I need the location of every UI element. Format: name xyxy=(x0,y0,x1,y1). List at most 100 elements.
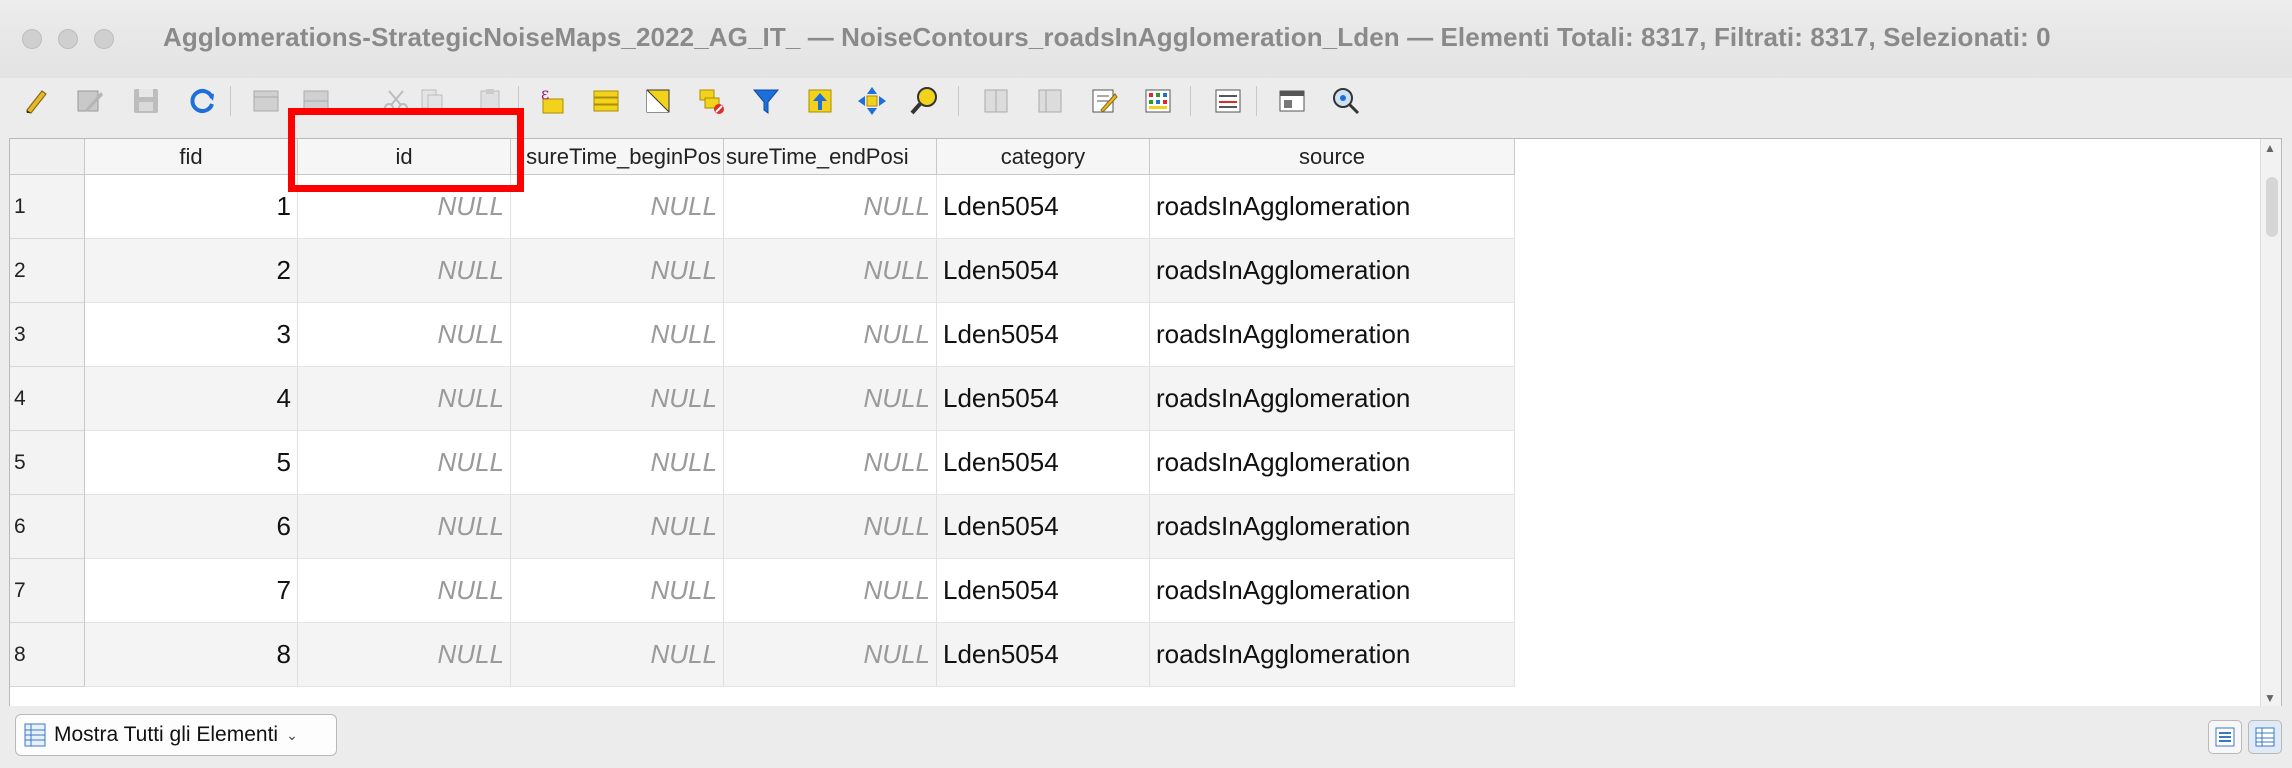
column-header-begin-position[interactable]: sureTime_beginPos xyxy=(511,139,724,175)
filter-icon[interactable] xyxy=(750,84,782,118)
move-selection-top-icon[interactable] xyxy=(804,84,836,118)
cell-fid[interactable]: 6 xyxy=(85,495,298,559)
column-header-source[interactable]: source xyxy=(1150,139,1515,175)
pan-to-selection-icon[interactable] xyxy=(856,84,888,118)
cell-id[interactable]: NULL xyxy=(298,559,511,623)
column-header-end-position[interactable]: sureTime_endPosi xyxy=(724,139,937,175)
reload-icon[interactable] xyxy=(186,84,218,118)
dropdown-arrow-icon: ⌄ xyxy=(286,726,298,743)
actions-icon[interactable] xyxy=(1212,84,1244,118)
dock-table-icon[interactable] xyxy=(1276,84,1308,118)
table-view-button[interactable] xyxy=(2248,720,2282,754)
scroll-up-arrow-icon[interactable]: ▲ xyxy=(2264,141,2276,155)
cell-end-position[interactable]: NULL xyxy=(724,175,937,239)
row-header[interactable]: 1 xyxy=(10,175,85,239)
cell-fid[interactable]: 4 xyxy=(85,367,298,431)
column-header-category[interactable]: category xyxy=(937,139,1150,175)
highlight-box xyxy=(288,108,524,192)
cell-begin-position[interactable]: NULL xyxy=(511,303,724,367)
cell-begin-position[interactable]: NULL xyxy=(511,623,724,687)
cell-source[interactable]: roadsInAgglomeration xyxy=(1150,303,1515,367)
cell-begin-position[interactable]: NULL xyxy=(511,367,724,431)
multi-edit-icon[interactable] xyxy=(74,84,106,118)
cell-source[interactable]: roadsInAgglomeration xyxy=(1150,559,1515,623)
cell-category[interactable]: Lden5054 xyxy=(937,239,1150,303)
save-edits-icon[interactable] xyxy=(130,84,162,118)
cell-category[interactable]: Lden5054 xyxy=(937,495,1150,559)
bottom-bar xyxy=(0,706,2292,768)
row-header[interactable]: 3 xyxy=(10,303,85,367)
close-window-button[interactable] xyxy=(22,29,42,49)
table-icon xyxy=(24,723,46,747)
invert-selection-icon[interactable] xyxy=(642,84,674,118)
cell-category[interactable]: Lden5054 xyxy=(937,431,1150,495)
row-header[interactable]: 6 xyxy=(10,495,85,559)
cell-end-position[interactable]: NULL xyxy=(724,303,937,367)
svg-text:ε: ε xyxy=(541,85,549,103)
show-all-features-dropdown[interactable]: Mostra Tutti gli Elementi ⌄ xyxy=(15,714,337,756)
cell-source[interactable]: roadsInAgglomeration xyxy=(1150,431,1515,495)
cell-source[interactable]: roadsInAgglomeration xyxy=(1150,495,1515,559)
deselect-all-icon[interactable] xyxy=(696,84,728,118)
attribute-table[interactable]: fid id sureTime_beginPos sureTime_endPos… xyxy=(9,138,2282,708)
cell-end-position[interactable]: NULL xyxy=(724,239,937,303)
row-header[interactable]: 2 xyxy=(10,239,85,303)
row-header[interactable]: 5 xyxy=(10,431,85,495)
cell-id[interactable]: NULL xyxy=(298,303,511,367)
cell-end-position[interactable]: NULL xyxy=(724,431,937,495)
column-header-fid[interactable]: fid xyxy=(85,139,298,175)
cell-id[interactable]: NULL xyxy=(298,367,511,431)
cell-begin-position[interactable]: NULL xyxy=(511,559,724,623)
delete-field-icon[interactable] xyxy=(1034,84,1066,118)
row-header[interactable]: 7 xyxy=(10,559,85,623)
cell-id[interactable]: NULL xyxy=(298,239,511,303)
edit-pencil-icon[interactable] xyxy=(20,84,52,118)
cell-end-position[interactable]: NULL xyxy=(724,367,937,431)
window-title-bar: Agglomerations-StrategicNoiseMaps_2022_A… xyxy=(0,0,2292,79)
window-title: Agglomerations-StrategicNoiseMaps_2022_A… xyxy=(163,22,2051,52)
cell-end-position[interactable]: NULL xyxy=(724,495,937,559)
cell-fid[interactable]: 3 xyxy=(85,303,298,367)
cell-end-position[interactable]: NULL xyxy=(724,559,937,623)
cell-begin-position[interactable]: NULL xyxy=(511,431,724,495)
corner-header[interactable] xyxy=(10,139,85,175)
row-header[interactable]: 8 xyxy=(10,623,85,687)
new-field-icon[interactable] xyxy=(980,84,1012,118)
open-field-calculator-icon[interactable] xyxy=(1088,84,1120,118)
cell-id[interactable]: NULL xyxy=(298,623,511,687)
cell-fid[interactable]: 2 xyxy=(85,239,298,303)
show-all-features-label: Mostra Tutti gli Elementi xyxy=(54,723,279,746)
cell-fid[interactable]: 7 xyxy=(85,559,298,623)
cell-category[interactable]: Lden5054 xyxy=(937,367,1150,431)
cell-category[interactable]: Lden5054 xyxy=(937,175,1150,239)
row-header[interactable]: 4 xyxy=(10,367,85,431)
cell-fid[interactable]: 5 xyxy=(85,431,298,495)
cell-source[interactable]: roadsInAgglomeration xyxy=(1150,175,1515,239)
cell-source[interactable]: roadsInAgglomeration xyxy=(1150,367,1515,431)
cell-category[interactable]: Lden5054 xyxy=(937,559,1150,623)
cell-source[interactable]: roadsInAgglomeration xyxy=(1150,239,1515,303)
cell-category[interactable]: Lden5054 xyxy=(937,623,1150,687)
zoom-to-selection-icon[interactable] xyxy=(908,84,940,118)
organize-columns-icon[interactable] xyxy=(1330,84,1362,118)
conditional-formatting-icon[interactable] xyxy=(1142,84,1174,118)
cell-id[interactable]: NULL xyxy=(298,495,511,559)
cell-begin-position[interactable]: NULL xyxy=(511,175,724,239)
zoom-window-button[interactable] xyxy=(94,29,114,49)
cell-category[interactable]: Lden5054 xyxy=(937,303,1150,367)
scroll-down-arrow-icon[interactable]: ▼ xyxy=(2264,691,2276,705)
select-all-icon[interactable] xyxy=(590,84,622,118)
add-feature-icon[interactable] xyxy=(250,84,282,118)
cell-fid[interactable]: 8 xyxy=(85,623,298,687)
form-view-button[interactable] xyxy=(2208,720,2242,754)
vertical-scrollbar[interactable]: ▲ ▼ xyxy=(2260,139,2281,707)
cell-begin-position[interactable]: NULL xyxy=(511,495,724,559)
cell-id[interactable]: NULL xyxy=(298,431,511,495)
scrollbar-thumb[interactable] xyxy=(2266,177,2278,237)
cell-begin-position[interactable]: NULL xyxy=(511,239,724,303)
cell-end-position[interactable]: NULL xyxy=(724,623,937,687)
expression-select-icon[interactable]: ε xyxy=(536,84,568,118)
cell-source[interactable]: roadsInAgglomeration xyxy=(1150,623,1515,687)
minimize-window-button[interactable] xyxy=(58,29,78,49)
cell-fid[interactable]: 1 xyxy=(85,175,298,239)
